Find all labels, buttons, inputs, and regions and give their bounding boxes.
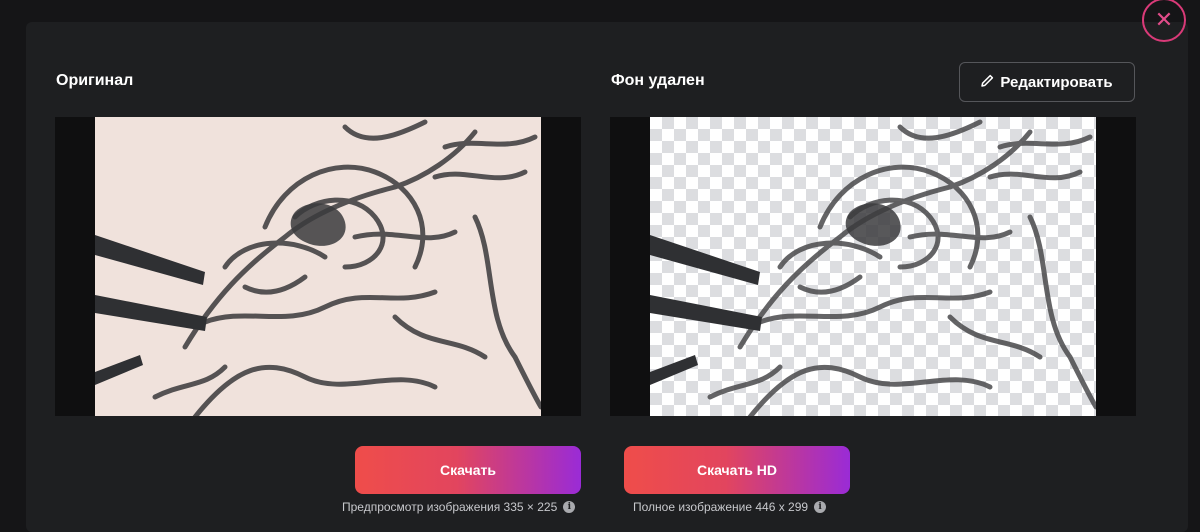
- close-button[interactable]: ✕: [1142, 0, 1186, 42]
- result-image: [650, 117, 1096, 416]
- removed-title: Фон удален: [611, 72, 705, 89]
- original-image-frame: [55, 117, 581, 416]
- info-icon[interactable]: i: [563, 501, 576, 513]
- pencil-icon: [981, 74, 994, 91]
- edit-button[interactable]: Редактировать: [959, 62, 1135, 102]
- close-icon: ✕: [1154, 7, 1174, 32]
- original-image: [95, 117, 541, 416]
- hd-caption-text: Полное изображение 446 x 299: [633, 500, 809, 514]
- result-image-frame: [610, 117, 1136, 416]
- original-title: Оригинал: [56, 72, 134, 89]
- hd-caption: Полное изображение 446 x 299 i: [633, 500, 827, 514]
- download-hd-button[interactable]: Скачать HD: [624, 446, 850, 494]
- download-preview-button[interactable]: Скачать: [355, 446, 581, 494]
- info-icon[interactable]: i: [814, 501, 827, 513]
- preview-caption-text: Предпросмотр изображения 335 × 225: [342, 500, 558, 514]
- preview-caption: Предпросмотр изображения 335 × 225 i: [342, 500, 576, 514]
- edit-label: Редактировать: [1000, 73, 1113, 91]
